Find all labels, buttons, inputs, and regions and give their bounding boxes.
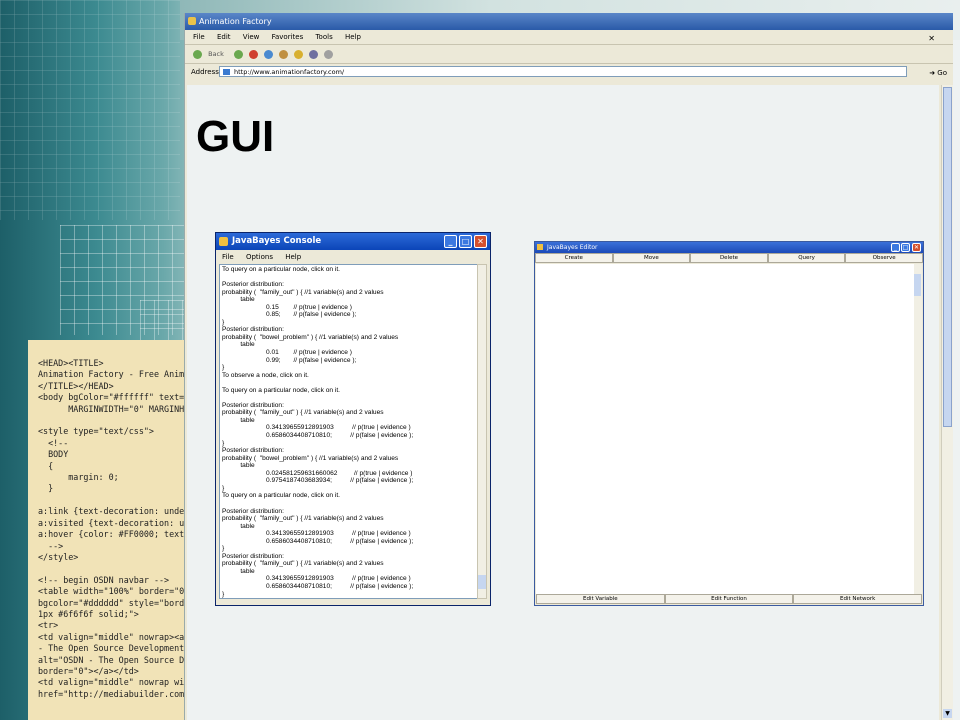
console-output-text: To query on a particular node, click on … bbox=[222, 266, 414, 598]
close-icon[interactable]: ✕ bbox=[474, 235, 487, 248]
menu-help[interactable]: Help bbox=[345, 33, 361, 41]
edit-icon[interactable] bbox=[324, 49, 334, 59]
javabayes-editor-window: JavaBayes Editor _ □ ✕ Create Move Delet… bbox=[534, 241, 924, 606]
menu-tools[interactable]: Tools bbox=[315, 33, 332, 41]
forward-icon[interactable] bbox=[233, 49, 243, 59]
go-button[interactable]: ➜ Go bbox=[929, 65, 947, 81]
minimize-icon[interactable]: _ bbox=[444, 235, 457, 248]
network-canvas[interactable] bbox=[536, 264, 914, 594]
editor-toolbar: Create Move Delete Query Observe bbox=[535, 253, 923, 263]
edit-function-button[interactable]: Edit Function bbox=[664, 594, 794, 604]
editor-scrollbar[interactable] bbox=[914, 264, 922, 594]
browser-menubar: File Edit View Favorites Tools Help ✕ bbox=[185, 30, 953, 45]
edit-network-button[interactable]: Edit Network bbox=[793, 594, 923, 604]
menu-favorites[interactable]: Favorites bbox=[272, 33, 304, 41]
address-bar: Address http://www.animationfactory.com/… bbox=[185, 64, 953, 80]
go-label: Go bbox=[937, 69, 947, 77]
console-scroll-thumb[interactable] bbox=[478, 575, 486, 589]
java-cup-icon bbox=[219, 237, 228, 246]
editor-bottom-bar: Edit Variable Edit Function Edit Network bbox=[536, 594, 923, 604]
console-menu-file[interactable]: File bbox=[222, 253, 234, 261]
menu-edit[interactable]: Edit bbox=[217, 33, 231, 41]
window-close-icon[interactable]: ✕ bbox=[928, 32, 935, 46]
browser-title: Animation Factory bbox=[199, 17, 272, 26]
console-title: JavaBayes Console bbox=[232, 236, 322, 246]
console-scrollbar[interactable] bbox=[477, 264, 487, 599]
console-titlebar: JavaBayes Console _ □ ✕ bbox=[216, 233, 490, 250]
url-field[interactable]: http://www.animationfactory.com/ bbox=[219, 66, 907, 77]
stop-icon[interactable] bbox=[249, 49, 259, 59]
edit-variable-button[interactable]: Edit Variable bbox=[536, 594, 665, 604]
close-icon[interactable]: ✕ bbox=[912, 243, 921, 252]
address-label: Address bbox=[191, 68, 219, 76]
browser-scrollbar[interactable]: ▼ bbox=[941, 85, 953, 720]
create-button[interactable]: Create bbox=[535, 253, 613, 263]
console-menubar: File Options Help bbox=[216, 250, 490, 264]
editor-titlebar: JavaBayes Editor _ □ ✕ bbox=[535, 242, 923, 253]
editor-title: JavaBayes Editor bbox=[547, 244, 598, 251]
scroll-down-icon[interactable]: ▼ bbox=[943, 709, 952, 718]
decorative-grid-3 bbox=[0, 0, 180, 220]
print-icon[interactable] bbox=[309, 49, 319, 59]
home-icon[interactable] bbox=[279, 49, 289, 59]
move-button[interactable]: Move bbox=[612, 253, 691, 263]
console-menu-options[interactable]: Options bbox=[246, 253, 273, 261]
refresh-icon[interactable] bbox=[264, 49, 274, 59]
maximize-icon[interactable]: □ bbox=[459, 235, 472, 248]
delete-button[interactable]: Delete bbox=[690, 253, 768, 263]
query-button[interactable]: Query bbox=[767, 253, 846, 263]
java-cup-icon bbox=[537, 244, 543, 250]
back-icon[interactable] bbox=[193, 49, 202, 59]
editor-scroll-thumb[interactable] bbox=[914, 274, 921, 296]
scrollbar-thumb[interactable] bbox=[943, 87, 952, 427]
slide-title: GUI bbox=[196, 112, 275, 161]
browser-titlebar: Animation Factory bbox=[185, 13, 953, 30]
menu-file[interactable]: File bbox=[193, 33, 205, 41]
javabayes-console-window: JavaBayes Console _ □ ✕ File Options Hel… bbox=[215, 232, 491, 606]
browser-logo-icon bbox=[188, 17, 196, 25]
observe-button[interactable]: Observe bbox=[845, 253, 923, 263]
mail-icon[interactable] bbox=[294, 49, 304, 59]
console-output[interactable]: To query on a particular node, click on … bbox=[219, 264, 479, 599]
browser-toolbar: Back bbox=[185, 45, 953, 64]
minimize-icon[interactable]: _ bbox=[891, 243, 900, 252]
back-button[interactable]: Back bbox=[208, 50, 224, 58]
console-menu-help[interactable]: Help bbox=[285, 253, 301, 261]
menu-view[interactable]: View bbox=[243, 33, 260, 41]
maximize-icon[interactable]: □ bbox=[901, 243, 910, 252]
